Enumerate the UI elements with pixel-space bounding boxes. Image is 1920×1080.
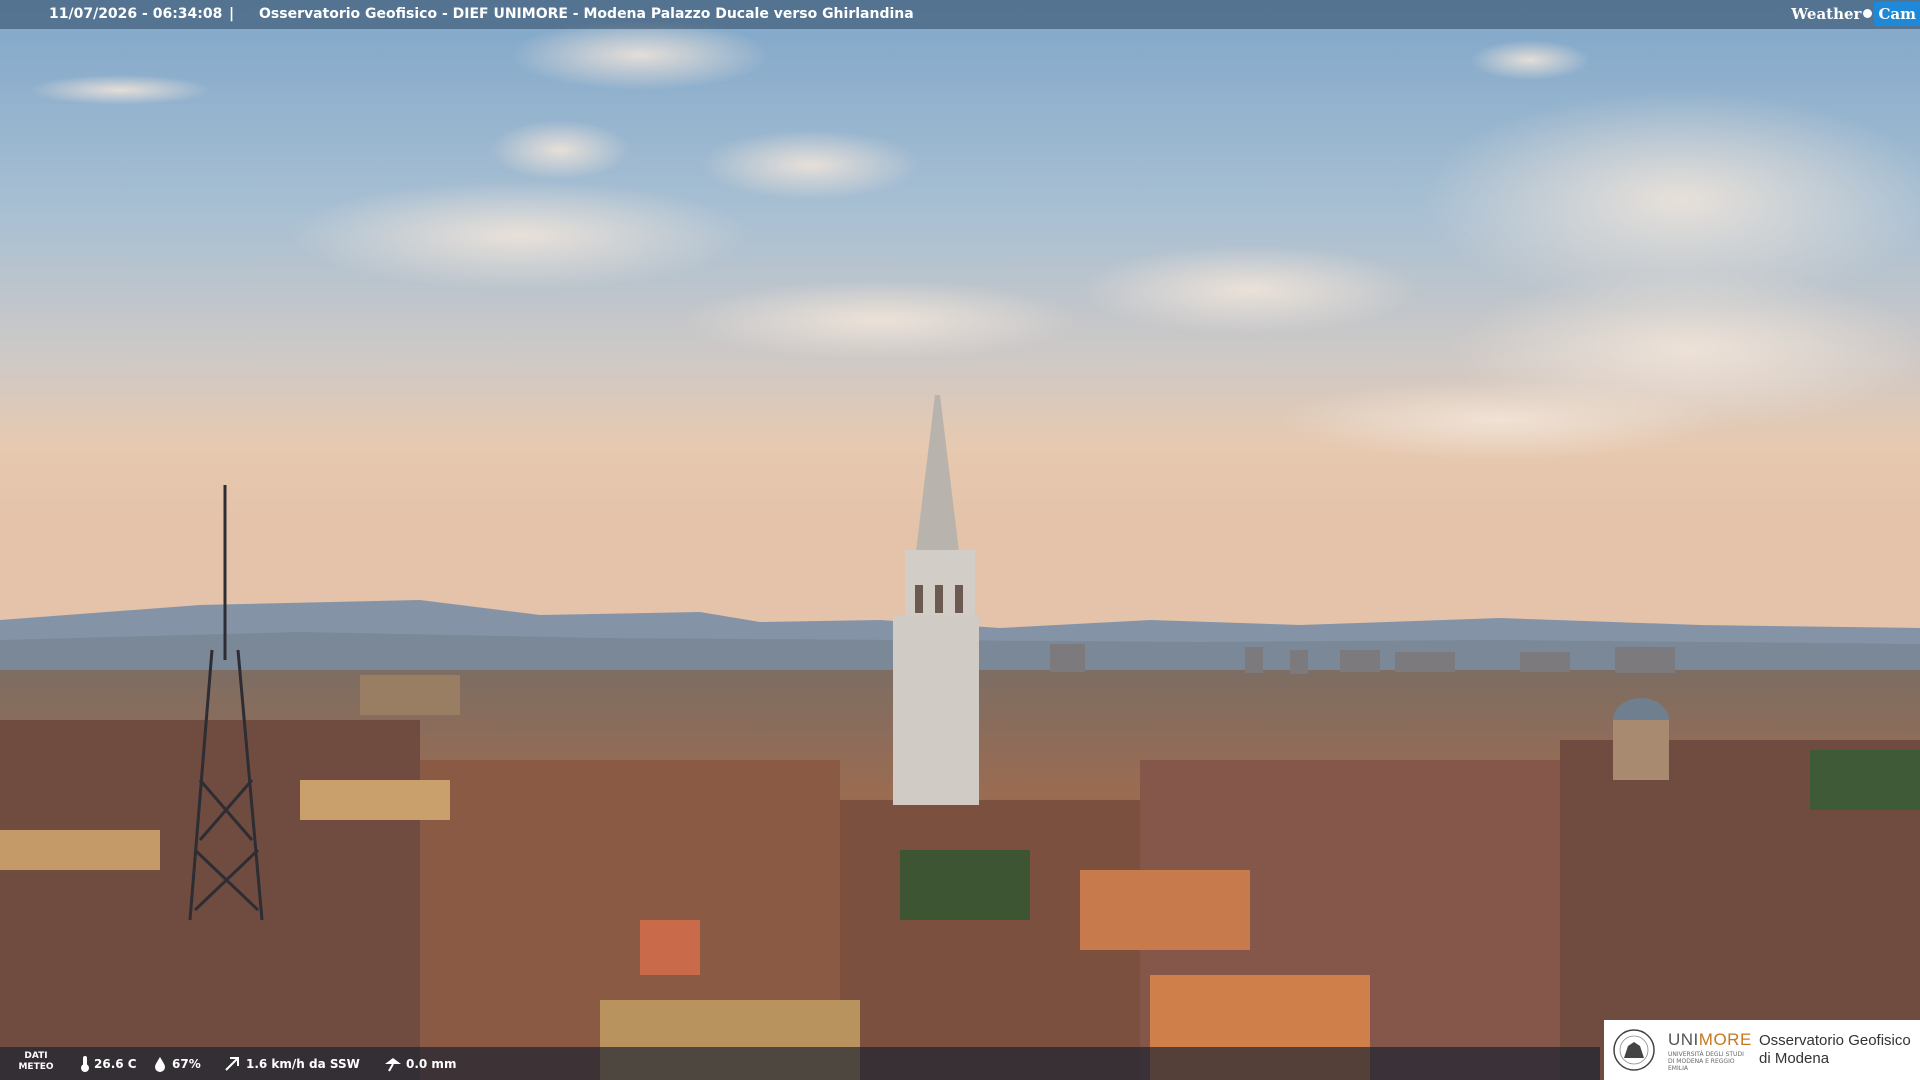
observatory-name: Osservatorio Geofisico di Modena <box>1759 1032 1911 1067</box>
separator: | <box>229 6 235 22</box>
timestamp: 11/07/2026 - 06:34:08 <box>49 6 223 22</box>
camera-location: Osservatorio Geofisico - DIEF UNIMORE - … <box>259 6 914 22</box>
thermometer-icon <box>81 1056 89 1072</box>
brand-weather: Weather <box>1791 4 1862 23</box>
brand-cam: Cam <box>1874 1 1920 26</box>
unimore-logo: UNIMORE UNIVERSITÀ DEGLI STUDI DI MODENA… <box>1604 1020 1920 1080</box>
wind-icon <box>225 1057 239 1071</box>
brand-dot-icon <box>1863 9 1873 18</box>
meteo-label: DATI METEO <box>18 1051 54 1072</box>
wind-reading: 1.6 km/h da SSW <box>224 1056 360 1072</box>
unimore-wordmark: UNIMORE <box>1668 1030 1752 1049</box>
weathercam-logo: Weather Cam <box>1791 0 1920 27</box>
dome <box>1613 698 1669 780</box>
rain-gauge-icon <box>385 1058 401 1072</box>
university-seal-icon <box>1613 1029 1655 1071</box>
university-subtitle: UNIVERSITÀ DEGLI STUDI DI MODENA E REGGI… <box>1668 1051 1744 1072</box>
temperature-reading: 26.6 C <box>80 1056 137 1072</box>
webcam-photo <box>0 0 1920 1080</box>
weather-data-bar: DATI METEO 26.6 C 67% 1.6 km/h da SSW 0.… <box>0 1047 1600 1080</box>
camera-info-bar: 11/07/2026 - 06:34:08 | Osservatorio Geo… <box>0 0 1920 29</box>
rain-reading: 0.0 mm <box>384 1056 456 1072</box>
humidity-drop-icon <box>155 1057 165 1072</box>
humidity-reading: 67% <box>152 1056 201 1072</box>
